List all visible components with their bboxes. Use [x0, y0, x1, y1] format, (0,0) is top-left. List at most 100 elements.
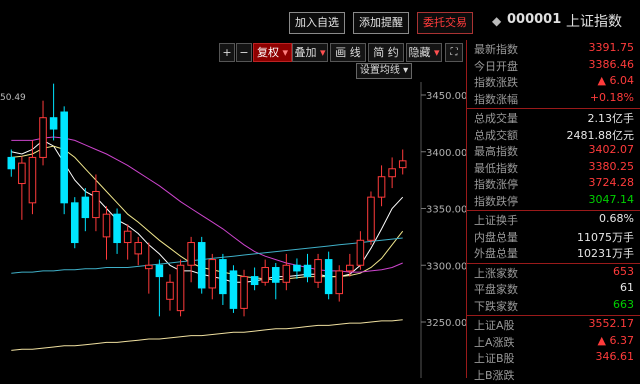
add-to-watchlist-button[interactable]: 加入自选 — [289, 12, 345, 34]
quote-label: 指数涨停 — [474, 176, 518, 192]
candle-body — [71, 203, 78, 243]
candle-body — [156, 265, 163, 276]
quote-value: 3402.07 — [589, 143, 635, 156]
candle-body — [61, 112, 68, 203]
quote-value: 346.61 — [596, 350, 635, 363]
candlestick-plot: 3450.003400.003350.003300.003250.00 — [0, 40, 466, 378]
quote-row: 上涨家数653 — [467, 265, 640, 283]
candle-body — [315, 260, 322, 283]
quote-label: 指数涨跌 — [474, 74, 518, 90]
candle-body — [283, 265, 290, 282]
ma-line-ma20 — [11, 137, 402, 272]
quote-value: 2.13亿手 — [588, 110, 635, 126]
candle-body — [272, 268, 279, 283]
candle-body — [399, 161, 406, 168]
y-tick-label: 3450.00 — [426, 91, 466, 102]
quote-value: 653 — [613, 265, 634, 278]
quote-label: 内盘总量 — [474, 229, 518, 245]
candle-body — [389, 169, 396, 177]
quote-panel: 最新指数3391.75今日开盘3386.46指数涨跌▲ 6.04指数涨幅+0.1… — [466, 40, 640, 378]
candle-body — [251, 277, 258, 285]
candle-body — [188, 243, 195, 266]
quote-value: 2481.88亿元 — [567, 127, 635, 143]
candle-body — [40, 118, 47, 158]
candle-body — [82, 197, 89, 217]
candle-body — [50, 118, 57, 129]
ma-line-ma5 — [11, 140, 402, 282]
panel-separator — [467, 108, 640, 109]
quote-value: 11075万手 — [577, 229, 634, 245]
quote-label: 总成交额 — [474, 127, 518, 143]
candle-body — [357, 240, 364, 265]
quote-row: 外盘总量10231万手 — [467, 245, 640, 263]
panel-separator — [467, 210, 640, 211]
quote-label: 上证A股 — [474, 317, 515, 333]
top-toolbar: 加入自选 添加提醒 委托交易 ◆ 000001 上证指数 — [0, 0, 640, 40]
candle-body — [336, 271, 343, 294]
quote-value: 3552.17 — [589, 317, 635, 330]
quote-row: 上证B股 346.61 — [467, 350, 640, 368]
quote-label: 总成交量 — [474, 110, 518, 126]
quote-label: 最低指数 — [474, 160, 518, 176]
quote-row: 最高指数 3402.07 — [467, 143, 640, 161]
candle-body — [347, 265, 354, 271]
candle-body — [135, 243, 142, 254]
quote-value: 3391.75 — [589, 41, 635, 54]
panel-separator — [467, 263, 640, 264]
quote-row: 总成交额 2481.88亿元 — [467, 127, 640, 145]
quote-label: 上B涨跌 — [474, 367, 515, 383]
quote-value: +0.18% — [590, 91, 634, 104]
candle-body — [29, 157, 36, 202]
candle-body — [114, 214, 121, 242]
candle-body — [325, 260, 332, 294]
quote-value: 3047.14 — [589, 193, 635, 206]
quote-row: 今日开盘 3386.46 — [467, 58, 640, 76]
quote-row: 总成交量 2.13亿手 — [467, 110, 640, 128]
quote-value: 0.68% — [599, 212, 634, 225]
ma-line-ma10 — [11, 146, 402, 280]
quote-label: 最高指数 — [474, 143, 518, 159]
y-tick-label: 3350.00 — [426, 205, 466, 216]
y-tick-label: 3250.00 — [426, 318, 466, 329]
quote-value: 3380.25 — [589, 160, 635, 173]
candle-body — [262, 268, 269, 283]
candle-body — [209, 260, 216, 288]
quote-value: 663 — [613, 298, 634, 311]
quote-row: 指数涨跌 ▲ 6.04 — [467, 74, 640, 92]
add-alert-button[interactable]: 添加提醒 — [353, 12, 409, 34]
quote-label: 今日开盘 — [474, 58, 518, 74]
kline-chart[interactable]: + − 复权 ▾ 叠加 ▾ 画 线 简 约 隐藏 ▾ ⛶ 设置均线 ▾ 50.4… — [0, 40, 466, 378]
quote-row: 内盘总量 11075万手 — [467, 229, 640, 247]
stock-name: 上证指数 — [566, 11, 622, 31]
candle-body — [294, 265, 301, 271]
quote-row: 上B涨跌 — [467, 367, 640, 384]
candle-body — [230, 271, 237, 308]
quote-row: 下跌家数 663 — [467, 298, 640, 316]
quote-label: 平盘家数 — [474, 281, 518, 297]
quote-label: 上证换手 — [474, 212, 518, 228]
candle-body — [198, 243, 205, 288]
quote-label: 上证B股 — [474, 350, 515, 366]
candle-body — [241, 277, 248, 309]
quote-value: 3386.46 — [589, 58, 635, 71]
quote-value: 3724.28 — [589, 176, 635, 189]
ma-line-ma120 — [11, 320, 402, 351]
candle-body — [177, 265, 184, 310]
trade-order-button[interactable]: 委托交易 — [417, 12, 473, 34]
candle-body — [103, 214, 110, 237]
quote-row: 上证A股 3552.17 — [467, 317, 640, 335]
candle-body — [146, 265, 153, 268]
quote-label: 下跌家数 — [474, 298, 518, 314]
quote-value: ▲ 6.04 — [598, 74, 634, 87]
candle-body — [19, 163, 26, 183]
candle-body — [220, 260, 227, 294]
quote-value: 10231万手 — [577, 245, 634, 261]
quote-value: 61 — [620, 281, 634, 294]
quote-row: 指数涨停 3724.28 — [467, 176, 640, 194]
quote-row: 平盘家数 61 — [467, 281, 640, 299]
stock-code: 000001 — [507, 12, 561, 27]
candle-body — [378, 177, 385, 197]
candle-body — [167, 282, 174, 299]
quote-row: 上A涨跌▲ 6.37 — [467, 334, 640, 352]
candle-body — [368, 197, 375, 240]
